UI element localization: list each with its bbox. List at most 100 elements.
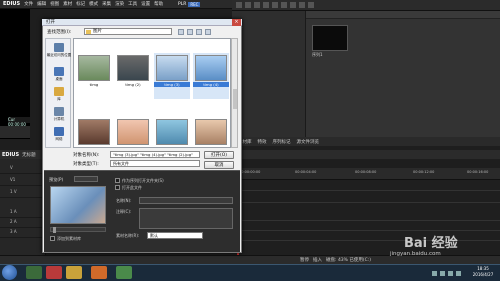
taskbar-app-icon[interactable] [46, 266, 62, 279]
cancel-button[interactable]: 取消 [204, 161, 234, 169]
sequence-clip-thumbnail[interactable] [312, 25, 348, 51]
delete-icon[interactable] [299, 2, 305, 8]
back-icon[interactable] [178, 29, 184, 35]
folder-icon[interactable] [236, 2, 242, 8]
menu-item-view[interactable]: 视图 [50, 1, 59, 7]
track-header[interactable]: 3 A [0, 229, 46, 238]
tab-source-browser[interactable]: 源文件浏览 [297, 139, 320, 145]
project-name: 无标题 [22, 152, 36, 158]
look-in-select[interactable]: 图片 [84, 28, 172, 35]
place-recent[interactable]: 最近访问的位置 [46, 43, 72, 58]
place-libraries[interactable]: 库 [46, 87, 72, 102]
open-button[interactable]: 打开(O) [204, 151, 234, 159]
track-header[interactable]: 1 A [0, 209, 46, 218]
track-header[interactable]: 1 V [0, 189, 46, 198]
image-thumbnail [117, 119, 149, 145]
file-list-scrollbar[interactable] [231, 38, 238, 148]
add-clip-icon[interactable] [263, 2, 269, 8]
taskbar-clock[interactable]: 18:35 2016/4/27 [468, 266, 498, 280]
menu-item-marker[interactable]: 标记 [76, 1, 85, 7]
status-insert: 插入 [313, 258, 322, 263]
sequence-clip-label: 序列1 [312, 52, 323, 57]
filetype-label: 对象类型(T): [73, 162, 99, 167]
dialog-titlebar: 打开 [42, 19, 242, 26]
image-thumbnail [78, 119, 110, 145]
new-folder-icon[interactable] [196, 29, 202, 35]
status-disk: 磁盘: 43% 已使用(C:) [326, 258, 372, 263]
player-controls [0, 126, 30, 138]
menu-item-edit[interactable]: 编辑 [37, 1, 46, 7]
up-folder-icon[interactable] [187, 29, 193, 35]
scrollbar-thumb[interactable] [233, 89, 237, 109]
menu-item-capture[interactable]: 采集 [102, 1, 111, 7]
tab-sequence-marker[interactable]: 序列标记 [273, 139, 291, 145]
track-header[interactable]: 2 A [0, 219, 46, 228]
place-computer[interactable]: 计算机 [46, 107, 72, 122]
taskbar-browser-icon[interactable] [91, 266, 107, 279]
menu-item-render[interactable]: 渲染 [115, 1, 124, 7]
search-icon[interactable] [245, 2, 251, 8]
copy-icon[interactable] [281, 2, 287, 8]
taskbar-app-icon[interactable] [26, 266, 42, 279]
add-to-bin-checkbox[interactable] [50, 236, 55, 241]
look-in-label: 查找范围(I): [47, 30, 72, 35]
dialog-toolbar [178, 28, 238, 36]
cut-icon[interactable] [272, 2, 278, 8]
track-header[interactable]: V1 [0, 177, 46, 186]
menu-item-tools[interactable]: 工具 [128, 1, 137, 7]
tray-icon[interactable] [432, 270, 437, 276]
player-timecode: Cur 00:00:00 [8, 117, 30, 127]
close-icon[interactable]: × [232, 19, 241, 26]
menu-item-mode[interactable]: 模式 [89, 1, 98, 7]
track-headers: V V1 1 V 1 A 2 A 3 A [0, 159, 46, 263]
taskbar-edius-icon[interactable] [116, 266, 132, 279]
watermark-url: jingyan.baidu.com [390, 251, 441, 257]
reel-label: 素材名称(R): [116, 233, 140, 238]
file-item-selected[interactable]: timg (4) [193, 53, 229, 99]
view-menu-icon[interactable] [205, 29, 211, 35]
tray-icon[interactable] [440, 270, 445, 276]
network-tray-icon[interactable] [456, 270, 461, 276]
preview-slider[interactable] [50, 227, 106, 233]
track-header[interactable]: V [0, 165, 46, 174]
place-desktop[interactable]: 桌面 [46, 67, 72, 82]
paste-icon[interactable] [290, 2, 296, 8]
tab-effects[interactable]: 特效 [258, 139, 267, 145]
file-item-selected[interactable]: timg (3) [154, 53, 190, 99]
filename-input[interactable]: "timg (3).jpg" "timg (4).jpg" "timg (2).… [110, 151, 200, 158]
file-list: timg timg (2) timg (3) timg (4) [73, 38, 231, 148]
clock-date: 2016/4/27 [472, 272, 494, 277]
filetype-select[interactable]: 所有文件 [110, 160, 200, 167]
menu-item-help[interactable]: 帮助 [154, 1, 163, 7]
preview-dropdown[interactable] [74, 176, 98, 182]
watermark-logo: Bai 经验 [404, 236, 458, 251]
view-icon[interactable] [308, 2, 314, 8]
baidu-watermark: Bai 经验 jingyan.baidu.com [382, 232, 500, 262]
menu-item-settings[interactable]: 设置 [141, 1, 150, 7]
preview-label: 预览(P) [49, 177, 64, 182]
start-button[interactable] [2, 265, 17, 280]
rec-tag[interactable]: REC [188, 2, 201, 7]
file-item[interactable]: timg [76, 53, 112, 99]
menu-item-clip[interactable]: 素材 [63, 1, 72, 7]
place-network[interactable]: 网络 [46, 127, 72, 142]
menu-item-file[interactable]: 文件 [24, 1, 33, 7]
timeline-ruler[interactable]: 00:00:00:00 00:00:04:00 00:00:08:00 00:0… [235, 168, 500, 180]
notes-field[interactable] [139, 208, 233, 229]
name-field[interactable] [139, 197, 233, 204]
reel-field[interactable]: 默认 [147, 232, 203, 239]
taskbar-folder-icon[interactable] [66, 266, 82, 279]
bin-toolbar [232, 0, 500, 11]
app-logo: EDIUS [3, 1, 21, 7]
up-icon[interactable] [254, 2, 260, 8]
sequence-checkbox[interactable] [115, 178, 120, 183]
slider-knob[interactable] [53, 227, 56, 233]
folder-icon [86, 30, 91, 34]
ruler-tick: 00:00:08:00 [355, 170, 377, 174]
player-recorder-toggle[interactable]: PLR REC [178, 1, 224, 8]
name-label: 名称(N): [116, 198, 132, 203]
file-item[interactable]: timg (2) [115, 53, 151, 99]
computer-icon [54, 107, 64, 116]
filename-label: 对象名称(N): [73, 153, 100, 158]
volume-icon[interactable] [448, 270, 453, 276]
